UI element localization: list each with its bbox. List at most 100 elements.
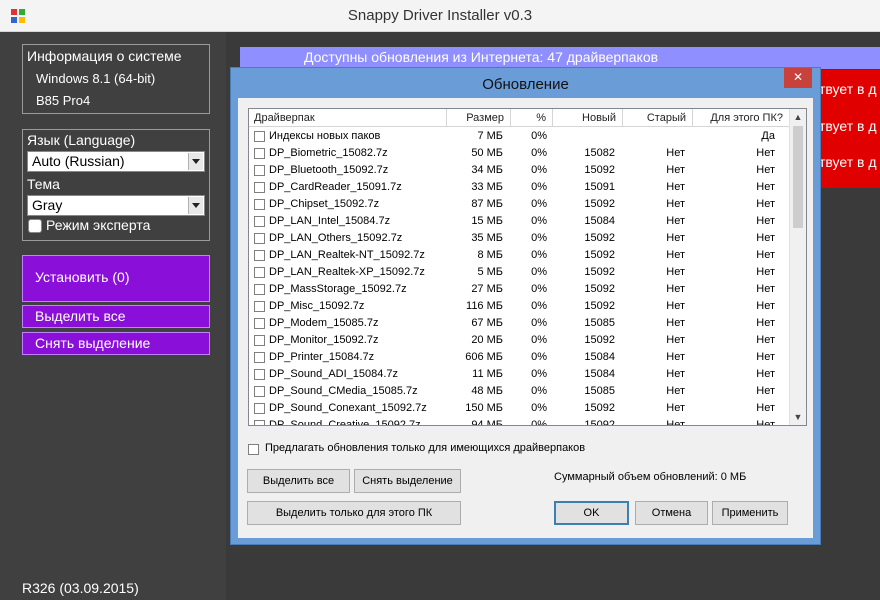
row-checkbox[interactable] bbox=[254, 182, 265, 193]
row-checkbox[interactable] bbox=[254, 267, 265, 278]
table-row[interactable]: DP_Modem_15085.7z 67 МБ 0% 15085 Нет Нет bbox=[249, 315, 790, 332]
cell-new: 15091 bbox=[584, 181, 615, 193]
only-existing-checkbox[interactable] bbox=[248, 444, 259, 455]
table-row[interactable]: Индексы новых паков 7 МБ 0% Да bbox=[249, 128, 790, 145]
cell-for-pc: Нет bbox=[756, 283, 775, 295]
table-row[interactable]: DP_Sound_Creative_15092.7z 94 МБ 0% 15092 Не… bbox=[249, 417, 790, 426]
row-checkbox[interactable] bbox=[254, 250, 265, 261]
cell-name: DP_Modem_15085.7z bbox=[269, 317, 379, 329]
table-row[interactable]: DP_Biometric_15082.7z 50 МБ 0% 15082 Нет Нет bbox=[249, 145, 790, 162]
apply-button[interactable]: Применить bbox=[712, 501, 788, 525]
install-button[interactable]: Установить (0) bbox=[22, 255, 210, 302]
row-checkbox[interactable] bbox=[254, 352, 265, 363]
table-row[interactable]: DP_Monitor_15092.7z 20 МБ 0% 15092 Нет Нет bbox=[249, 332, 790, 349]
cell-new: 15092 bbox=[584, 334, 615, 346]
system-info-heading: Информация о системе bbox=[27, 48, 182, 64]
table-row[interactable]: DP_CardReader_15091.7z 33 МБ 0% 15091 Нет Нет bbox=[249, 179, 790, 196]
list-header: Драйверпак Размер % Новый Старый Для это… bbox=[249, 109, 790, 127]
row-checkbox[interactable] bbox=[254, 148, 265, 159]
cell-new: 15084 bbox=[584, 215, 615, 227]
expert-mode-checkbox[interactable] bbox=[28, 219, 42, 233]
column-header-old[interactable]: Старый bbox=[623, 109, 693, 127]
table-row[interactable]: DP_Misc_15092.7z 116 МБ 0% 15092 Нет Нет bbox=[249, 298, 790, 315]
row-checkbox[interactable] bbox=[254, 335, 265, 346]
vertical-scrollbar[interactable]: ▲ ▼ bbox=[789, 109, 806, 425]
cell-pct: 0% bbox=[531, 334, 547, 346]
cell-new: 15092 bbox=[584, 300, 615, 312]
deselect-button[interactable]: Снять выделение bbox=[22, 332, 210, 355]
table-row[interactable]: DP_Printer_15084.7z 606 МБ 0% 15084 Нет Нет bbox=[249, 349, 790, 366]
cell-name: DP_Printer_15084.7z bbox=[269, 351, 375, 363]
cell-name: DP_LAN_Others_15092.7z bbox=[269, 232, 403, 244]
cell-name: DP_MassStorage_15092.7z bbox=[269, 283, 407, 295]
column-header-for-pc[interactable]: Для этого ПК? bbox=[693, 109, 790, 127]
select-all-button[interactable]: Выделить все bbox=[22, 305, 210, 328]
row-checkbox[interactable] bbox=[254, 386, 265, 397]
row-checkbox[interactable] bbox=[254, 301, 265, 312]
chevron-down-icon[interactable] bbox=[188, 197, 203, 214]
table-row[interactable]: DP_MassStorage_15092.7z 27 МБ 0% 15092 Нет Не… bbox=[249, 281, 790, 298]
column-header-size[interactable]: Размер bbox=[447, 109, 511, 127]
cell-pct: 0% bbox=[531, 130, 547, 142]
ok-button[interactable]: OK bbox=[554, 501, 629, 525]
cell-pct: 0% bbox=[531, 232, 547, 244]
row-checkbox[interactable] bbox=[254, 403, 265, 414]
column-header-new[interactable]: Новый bbox=[553, 109, 623, 127]
table-row[interactable]: DP_Sound_ADI_15084.7z 11 МБ 0% 15084 Нет Нет bbox=[249, 366, 790, 383]
scrollbar-thumb[interactable] bbox=[793, 126, 803, 228]
language-label: Язык (Language) bbox=[27, 132, 136, 148]
scroll-down-icon[interactable]: ▼ bbox=[790, 409, 806, 425]
row-checkbox[interactable] bbox=[254, 369, 265, 380]
table-row[interactable]: DP_Bluetooth_15092.7z 34 МБ 0% 15092 Нет Нет bbox=[249, 162, 790, 179]
scroll-up-icon[interactable]: ▲ bbox=[790, 109, 806, 125]
cell-for-pc: Нет bbox=[756, 181, 775, 193]
missing-driver-row[interactable]: твует в д bbox=[819, 154, 877, 170]
row-checkbox[interactable] bbox=[254, 216, 265, 227]
dialog-select-all-button[interactable]: Выделить все bbox=[247, 469, 350, 493]
column-header-percent[interactable]: % bbox=[511, 109, 553, 127]
dialog-title: Обновление bbox=[482, 76, 569, 93]
update-dialog: Обновление ✕ Драйверпак Размер % Новый С… bbox=[230, 67, 821, 545]
close-icon[interactable]: ✕ bbox=[784, 68, 812, 88]
row-checkbox[interactable] bbox=[254, 233, 265, 244]
cell-pct: 0% bbox=[531, 164, 547, 176]
table-row[interactable]: DP_LAN_Intel_15084.7z 15 МБ 0% 15084 Нет Нет bbox=[249, 213, 790, 230]
row-checkbox[interactable] bbox=[254, 199, 265, 210]
driverpack-list[interactable]: Драйверпак Размер % Новый Старый Для это… bbox=[248, 108, 807, 426]
table-row[interactable]: DP_Sound_CMedia_15085.7z 48 МБ 0% 15085 Нет Н… bbox=[249, 383, 790, 400]
system-info-box: Информация о системе Windows 8.1 (64-bit… bbox=[22, 44, 210, 114]
only-existing-label[interactable]: Предлагать обновления только для имеющих… bbox=[265, 442, 585, 454]
table-row[interactable]: DP_LAN_Realtek-XP_15092.7z 5 МБ 0% 15092 Нет… bbox=[249, 264, 790, 281]
column-header-driverpack[interactable]: Драйверпак bbox=[249, 109, 447, 127]
updates-banner[interactable]: Доступны обновления из Интернета: 47 дра… bbox=[240, 47, 880, 69]
cell-new: 15092 bbox=[584, 198, 615, 210]
row-checkbox[interactable] bbox=[254, 165, 265, 176]
table-row[interactable]: DP_Chipset_15092.7z 87 МБ 0% 15092 Нет Нет bbox=[249, 196, 790, 213]
dialog-deselect-button[interactable]: Снять выделение bbox=[354, 469, 461, 493]
cell-size: 67 МБ bbox=[471, 317, 503, 329]
chevron-down-icon[interactable] bbox=[188, 153, 203, 170]
cell-for-pc: Нет bbox=[756, 419, 775, 426]
cell-old: Нет bbox=[666, 402, 685, 414]
table-row[interactable]: DP_LAN_Others_15092.7z 35 МБ 0% 15092 Нет Нет bbox=[249, 230, 790, 247]
row-checkbox[interactable] bbox=[254, 318, 265, 329]
cell-old: Нет bbox=[666, 249, 685, 261]
theme-select[interactable]: Gray bbox=[27, 195, 205, 216]
cell-for-pc: Нет bbox=[756, 368, 775, 380]
cell-new: 15092 bbox=[584, 402, 615, 414]
cell-old: Нет bbox=[666, 419, 685, 426]
cell-name: DP_Biometric_15082.7z bbox=[269, 147, 388, 159]
missing-driver-row[interactable]: твует в д bbox=[819, 81, 877, 97]
expert-mode-label[interactable]: Режим эксперта bbox=[46, 217, 150, 233]
cell-size: 50 МБ bbox=[471, 147, 503, 159]
table-row[interactable]: DP_Sound_Conexant_15092.7z 150 МБ 0% 15092 Н… bbox=[249, 400, 790, 417]
select-for-this-pc-button[interactable]: Выделить только для этого ПК bbox=[247, 501, 461, 525]
missing-driver-row[interactable]: твует в д bbox=[819, 118, 877, 134]
table-row[interactable]: DP_LAN_Realtek-NT_15092.7z 8 МБ 0% 15092 Нет… bbox=[249, 247, 790, 264]
cancel-button[interactable]: Отмена bbox=[635, 501, 708, 525]
cell-old: Нет bbox=[666, 351, 685, 363]
row-checkbox[interactable] bbox=[254, 420, 265, 425]
row-checkbox[interactable] bbox=[254, 131, 265, 142]
row-checkbox[interactable] bbox=[254, 284, 265, 295]
language-select[interactable]: Auto (Russian) bbox=[27, 151, 205, 172]
